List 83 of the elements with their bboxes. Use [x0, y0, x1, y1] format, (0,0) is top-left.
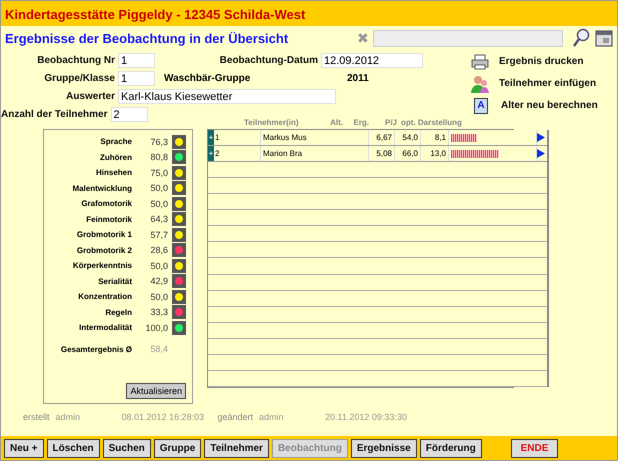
area-name: Grobmotorik 2	[76, 246, 133, 255]
action-link[interactable]: Alter neu berechnen	[501, 100, 598, 111]
count-field[interactable]: 2	[110, 107, 148, 122]
changed-by: admin	[259, 412, 285, 422]
area-value: 50,0	[149, 260, 169, 271]
table-cell: Marion Bra	[261, 146, 369, 161]
area-name: Konzentration	[77, 292, 133, 302]
area-name: Regeln	[104, 308, 133, 317]
table-cell: 6,67	[369, 130, 395, 145]
column-header: Erg.	[352, 118, 369, 126]
created-label: erstellt	[23, 412, 50, 422]
area-name: Körperkenntnis	[72, 261, 133, 270]
area-name: Serialität	[97, 276, 133, 286]
search-field[interactable]	[373, 30, 563, 46]
expand-button[interactable]: +	[208, 130, 214, 145]
area-value: 57,7	[149, 230, 169, 240]
field-label: Gruppe/Klasse	[43, 73, 115, 84]
created-date: 08.01.2012 16:28:03	[122, 412, 206, 422]
field-label: Beobachtung-Datum	[218, 55, 318, 66]
nav-button[interactable]: Förderung	[420, 438, 482, 458]
area-name: Feinmotorik	[85, 214, 133, 224]
printer-icon[interactable]	[471, 54, 489, 70]
table-cell: 54,0	[395, 130, 421, 145]
letter-icon[interactable]: A	[474, 98, 488, 114]
area-value: 64,3	[149, 214, 169, 224]
expand-button[interactable]: +	[208, 146, 214, 161]
nav-button[interactable]: Löschen	[46, 438, 100, 458]
changed-label: geändert	[218, 412, 254, 422]
nav-button[interactable]: Neu +	[4, 438, 44, 458]
total-label: Gesamtergebnis Ø	[60, 344, 133, 354]
exit-button[interactable]: ENDE	[511, 438, 558, 458]
area-name: Hinsehen	[94, 168, 133, 178]
nav-button[interactable]: Gruppe	[154, 438, 202, 458]
evaluator-field[interactable]: Karl-Klaus Kiesewetter	[118, 89, 336, 104]
area-value: 33,3	[149, 307, 169, 318]
search-icon[interactable]	[573, 28, 591, 48]
table-cell: 66,0	[395, 146, 421, 161]
nav-button[interactable]: Ergebnisse	[350, 438, 417, 458]
nav-button[interactable]: Suchen	[102, 438, 151, 458]
nr-field[interactable]: 1	[118, 53, 155, 68]
area-name: Zuhören	[99, 152, 133, 162]
changed-date: 20.11.2012 09:33:30	[325, 412, 407, 422]
area-value: 80,8	[149, 152, 169, 162]
area-value: 75,0	[149, 168, 169, 178]
window-title: Kindertagesstätte Piggeldy - 12345 Schilda-West	[1, 0, 617, 26]
area-value: 76,3	[149, 136, 169, 147]
field-label: Anzahl der Teilnehmer	[1, 109, 108, 120]
group-name: Waschbär-Gruppe	[163, 73, 252, 84]
page-heading: Ergebnisse der Beobachtung in der Übersicht	[5, 30, 290, 46]
column-header: Alt.	[329, 118, 343, 126]
field-label: Auswerter	[65, 91, 115, 102]
created-by: admin	[56, 412, 82, 422]
area-name: Malentwicklung	[71, 184, 133, 193]
date-field[interactable]: 12.09.2012	[321, 53, 423, 68]
area-value: 28,6	[149, 245, 169, 256]
action-link[interactable]: Ergebnis drucken	[499, 56, 584, 67]
table-cell: 13,0	[421, 146, 449, 161]
table-cell: Markus Mus	[261, 130, 369, 145]
area-value: 100,0	[144, 322, 169, 333]
area-name: Intermodalität	[78, 323, 133, 332]
table-cell: 1	[214, 130, 261, 145]
nav-button[interactable]: Teilnehmer	[204, 438, 269, 458]
area-name: Grafomotorik	[80, 199, 133, 208]
column-header: P/J	[384, 118, 397, 126]
total-value: 58,4	[149, 344, 169, 354]
table-cell: 2	[214, 146, 261, 161]
area-value: 50,0	[149, 292, 169, 302]
table-cell: 5,08	[369, 146, 395, 161]
action-link[interactable]: Teilnehmer einfügen	[499, 78, 596, 89]
column-header: Teilnehmer(in)	[243, 118, 300, 126]
area-value: 50,0	[149, 183, 169, 194]
year-text: 2011	[347, 73, 369, 84]
table-cell: 8,1	[421, 130, 449, 145]
calendar-icon[interactable]	[595, 29, 613, 47]
area-name: Sprache	[99, 137, 133, 146]
area-name: Grobmotorik 1	[76, 230, 133, 240]
area-value: 42,9	[149, 276, 169, 286]
area-value: 50,0	[149, 198, 169, 209]
group-field[interactable]: 1	[118, 71, 155, 86]
refresh-button[interactable]: Aktualisieren	[126, 383, 186, 399]
people-icon[interactable]	[471, 74, 489, 92]
column-header: opt. Darstellung	[400, 118, 462, 126]
field-label: Beobachtung Nr	[36, 55, 115, 66]
